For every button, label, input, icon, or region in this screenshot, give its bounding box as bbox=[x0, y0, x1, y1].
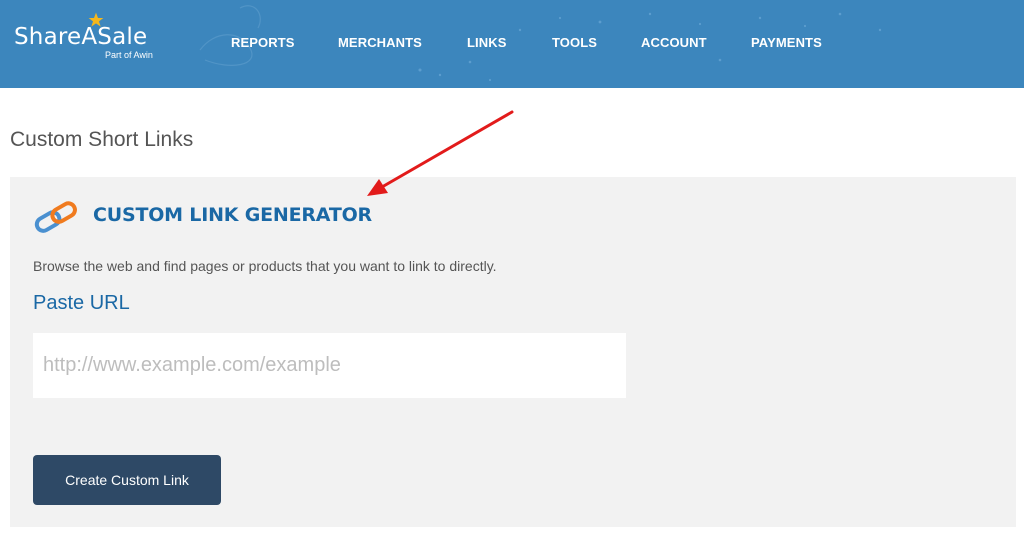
brand-logo[interactable]: ShareASale Part of Awin bbox=[14, 12, 174, 62]
brand-name: ShareASale bbox=[14, 24, 148, 50]
url-input[interactable] bbox=[33, 333, 626, 398]
nav-item-tools[interactable]: TOOLS bbox=[552, 35, 597, 50]
top-navigation-bar: ShareASale Part of Awin REPORTS MERCHANT… bbox=[0, 0, 1024, 88]
nav-item-merchants[interactable]: MERCHANTS bbox=[338, 35, 422, 50]
create-custom-link-button[interactable]: Create Custom Link bbox=[33, 455, 221, 505]
generator-description: Browse the web and find pages or product… bbox=[33, 258, 497, 274]
nav-item-links[interactable]: LINKS bbox=[467, 35, 507, 50]
brand-tagline: Part of Awin bbox=[105, 50, 153, 60]
generator-heading: CUSTOM LINK GENERATOR bbox=[93, 204, 372, 226]
page-title: Custom Short Links bbox=[10, 128, 194, 151]
custom-link-generator-panel: CUSTOM LINK GENERATOR Browse the web and… bbox=[10, 177, 1016, 527]
nav-item-payments[interactable]: PAYMENTS bbox=[751, 35, 822, 50]
paste-url-label: Paste URL bbox=[33, 292, 130, 314]
link-chain-icon bbox=[34, 201, 77, 233]
nav-item-reports[interactable]: REPORTS bbox=[231, 35, 295, 50]
nav-item-account[interactable]: ACCOUNT bbox=[641, 35, 707, 50]
